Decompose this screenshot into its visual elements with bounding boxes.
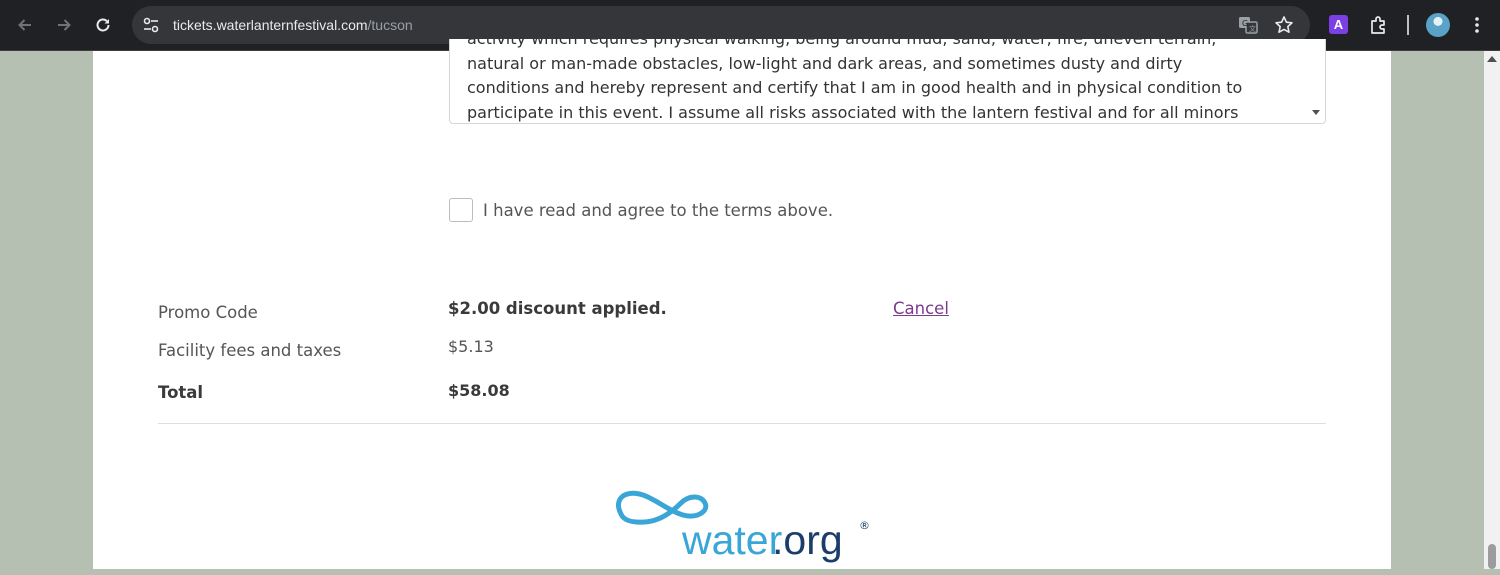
back-arrow-icon <box>18 19 31 31</box>
water-org-logo-icon: water .org ® <box>616 490 870 563</box>
toolbar-separator <box>1407 15 1409 35</box>
menu-kebab-icon[interactable] <box>1465 13 1489 37</box>
forward-arrow-icon <box>58 19 71 31</box>
total-label: Total <box>158 383 204 402</box>
promo-code-value: $2.00 discount applied. <box>448 299 667 318</box>
back-button[interactable] <box>11 11 39 39</box>
promo-code-label: Promo Code <box>158 303 258 322</box>
water-org-logo: water .org ® <box>613 489 873 571</box>
terms-textarea[interactable]: activity which requires physical walking… <box>449 39 1326 124</box>
logo-word-water: water <box>681 517 782 563</box>
url-path: /tucson <box>367 17 413 33</box>
fees-label: Facility fees and taxes <box>158 341 342 360</box>
summary-divider <box>158 423 1326 424</box>
reload-icon <box>96 18 110 32</box>
agree-terms-checkbox[interactable] <box>449 198 473 222</box>
terms-line: natural or man-made obstacles, low-light… <box>467 53 1183 73</box>
registered-mark: ® <box>859 519 870 532</box>
total-value: $58.08 <box>448 381 510 400</box>
site-info-icon[interactable] <box>142 16 160 34</box>
terms-line: conditions and hereby represent and cert… <box>467 78 1243 97</box>
url-text[interactable]: tickets.waterlanternfestival.com/tucson <box>173 16 413 34</box>
bookmark-star-icon[interactable] <box>1274 15 1294 35</box>
forward-button[interactable] <box>50 11 78 39</box>
svg-text:文: 文 <box>1249 24 1256 33</box>
profile-avatar[interactable] <box>1426 13 1450 37</box>
terms-line: participate in this event. I assume all … <box>467 102 1239 122</box>
checkout-page: activity which requires physical walking… <box>93 39 1391 571</box>
terms-line: activity which requires physical walking… <box>467 39 1287 52</box>
scrollbar-thumb[interactable] <box>1488 544 1496 569</box>
extensions-puzzle-icon[interactable] <box>1367 13 1391 37</box>
cancel-promo-link[interactable]: Cancel <box>893 299 949 318</box>
terms-text: activity which requires physical walking… <box>467 39 1287 123</box>
extension-a-icon[interactable]: A <box>1329 15 1348 34</box>
translate-icon[interactable]: G文 <box>1238 15 1258 35</box>
scroll-up-icon[interactable] <box>1487 56 1497 62</box>
textarea-scroll-down-icon[interactable] <box>1312 110 1320 115</box>
svg-text:G: G <box>1242 19 1248 28</box>
logo-word-org: .org <box>772 517 843 563</box>
page-scrollbar[interactable] <box>1484 51 1500 569</box>
fees-value: $5.13 <box>448 337 494 356</box>
agree-terms-label[interactable]: I have read and agree to the terms above… <box>483 201 833 220</box>
reload-button[interactable] <box>89 11 117 39</box>
url-host: tickets.waterlanternfestival.com <box>173 17 368 33</box>
agree-terms-row: I have read and agree to the terms above… <box>449 197 833 223</box>
